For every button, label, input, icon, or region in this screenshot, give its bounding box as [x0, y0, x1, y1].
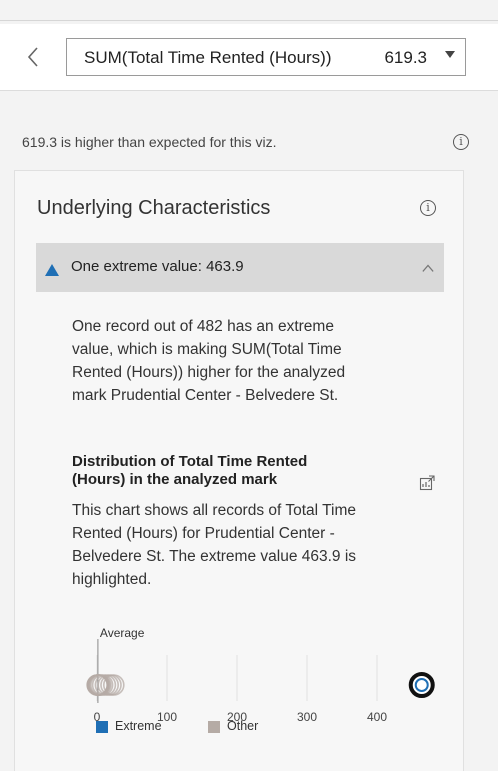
- header-bar: SUM(Total Time Rented (Hours)) 619.3: [0, 24, 498, 91]
- legend-swatch-extreme: [96, 721, 108, 733]
- chevron-left-icon[interactable]: [26, 46, 46, 70]
- distribution-chart: 0 100 200 300 400Average: [86, 626, 435, 724]
- x-tick-label: 300: [297, 710, 317, 724]
- measure-value: 619.3: [384, 48, 427, 67]
- measure-dropdown[interactable]: SUM(Total Time Rented (Hours)) 619.3: [66, 38, 466, 76]
- chart-description-line: This chart shows all records of Total Ti…: [72, 502, 356, 519]
- distribution-title-line: Distribution of Total Time Rented: [72, 453, 308, 470]
- chart-description-line: Rented (Hours) for Prudential Center -: [72, 525, 335, 542]
- accordion-label: One extreme value: 463.9: [71, 258, 244, 275]
- description-line: One record out of 482 has an extreme: [72, 318, 334, 335]
- card-title: Underlying Characteristics: [37, 197, 271, 219]
- chart-description-line: Belvedere St. The extreme value 463.9 is: [72, 548, 357, 565]
- average-label: Average: [100, 626, 145, 640]
- extreme-value-accordion[interactable]: One extreme value: 463.9: [36, 243, 444, 292]
- chart-description: This chart shows all records of Total Ti…: [72, 499, 452, 591]
- chevron-up-icon[interactable]: [422, 262, 434, 274]
- description-line: value, which is making SUM(Total Time: [72, 341, 342, 358]
- triangle-up-icon: [45, 264, 59, 276]
- measure-label: SUM(Total Time Rented (Hours)): [84, 48, 332, 67]
- summary-text: 619.3 is higher than expected for this v…: [22, 134, 277, 150]
- description-line: Rented (Hours)) higher for the analyzed: [72, 364, 346, 381]
- caret-down-icon: [445, 51, 455, 58]
- page: SUM(Total Time Rented (Hours)) 619.3 619…: [0, 0, 498, 771]
- legend-label-other: Other: [227, 719, 259, 733]
- distribution-title: Distribution of Total Time Rented (Hours…: [72, 453, 392, 489]
- data-point-extreme-highlight: [408, 672, 435, 698]
- description-line: mark Prudential Center - Belvedere St.: [72, 387, 339, 404]
- open-in-new-icon[interactable]: [419, 475, 435, 491]
- x-tick-label: 400: [367, 710, 387, 724]
- chart-description-line: highlighted.: [72, 571, 152, 588]
- info-icon[interactable]: i: [453, 134, 469, 150]
- top-divider: [0, 20, 498, 21]
- info-icon[interactable]: i: [420, 200, 436, 216]
- legend-label-extreme: Extreme: [115, 719, 162, 733]
- extreme-value-description: One record out of 482 has an extreme val…: [72, 315, 442, 407]
- legend-swatch-other: [208, 721, 220, 733]
- distribution-title-line: (Hours) in the analyzed mark: [72, 471, 278, 488]
- underlying-characteristics-card: Underlying Characteristics i One extreme…: [14, 170, 464, 771]
